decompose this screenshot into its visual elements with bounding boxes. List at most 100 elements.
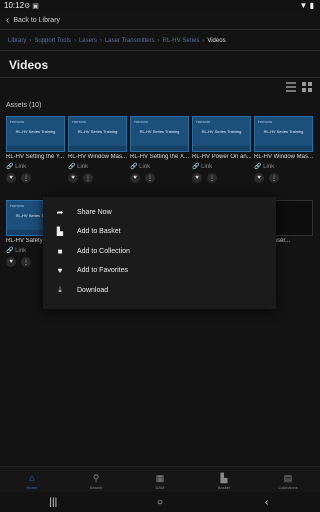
asset-thumbnail[interactable]: TOPCON RL-HV Series Training: [254, 116, 313, 152]
system-navigation-bar: ||| ○ ‹: [0, 492, 320, 512]
chevron-left-icon: ‹: [6, 15, 10, 26]
thumb-caption: RL-HV Series Training: [15, 129, 56, 134]
menu-item-label: Add to Favorites: [77, 266, 128, 274]
asset-link[interactable]: 🔗 Link: [130, 163, 189, 170]
back-to-library-button[interactable]: ‹ Back to Library: [6, 15, 60, 26]
asset-actions: ♥ ⋮: [254, 173, 313, 183]
asset-actions: ♥ ⋮: [68, 173, 127, 183]
thumb-caption: RL-HV Series Training: [77, 129, 118, 134]
heart-icon[interactable]: ♥: [6, 257, 16, 267]
asset-link[interactable]: 🔗 Link: [254, 163, 313, 170]
wifi-icon: ▼: [299, 1, 308, 10]
asset-card[interactable]: TOPCON RL-HV Series Training RL-HV Setti…: [6, 116, 65, 183]
breadcrumb-item-laser-transmitters[interactable]: Laser Transmitters: [105, 38, 155, 44]
title-divider: [0, 77, 320, 78]
thumb-caption: RL-HV Series Training: [139, 129, 180, 134]
gear-icon: ⚙: [24, 3, 31, 10]
link-icon: 🔗: [192, 164, 200, 170]
menu-item-download[interactable]: ⤓ Download: [43, 281, 276, 299]
tab-dam[interactable]: ▦ DAM: [128, 467, 192, 492]
more-icon[interactable]: ⋮: [269, 173, 279, 183]
asset-actions: ♥ ⋮: [6, 173, 65, 183]
tab-search[interactable]: ⚲ Search: [64, 467, 128, 492]
chevron-right-icon: ›: [73, 38, 76, 44]
menu-item-add-to-collection[interactable]: ■ Add to Collection: [43, 242, 276, 260]
heart-icon[interactable]: ♥: [130, 173, 140, 183]
menu-item-label: Share Now: [77, 208, 112, 216]
menu-item-label: Add to Collection: [77, 247, 130, 255]
more-icon[interactable]: ⋮: [145, 173, 155, 183]
asset-thumbnail[interactable]: TOPCON RL-HV Series Training: [6, 116, 65, 152]
battery-icon: ▮: [309, 1, 314, 10]
asset-link[interactable]: 🔗 Link: [68, 163, 127, 170]
header-divider: [0, 29, 320, 30]
menu-item-add-to-favorites[interactable]: ♥ Add to Favorites: [43, 261, 276, 279]
collection-icon: ■: [57, 246, 63, 256]
asset-thumbnail[interactable]: TOPCON RL-HV Series Training: [192, 116, 251, 152]
chevron-right-icon: ›: [99, 38, 102, 44]
recent-apps-icon[interactable]: |||: [43, 497, 63, 508]
asset-name[interactable]: RL-HV Power On an...: [192, 154, 251, 160]
search-icon: ⚲: [92, 473, 100, 483]
link-icon: 🔗: [6, 164, 14, 170]
more-icon[interactable]: ⋮: [207, 173, 217, 183]
clipboard-icon: ▣: [32, 3, 39, 10]
menu-item-add-to-basket[interactable]: ▙ Add to Basket: [43, 222, 276, 240]
asset-link-label: Link: [15, 164, 27, 170]
asset-name[interactable]: RL-HV Window Mas...: [254, 154, 313, 160]
tab-collections[interactable]: ▤ Collections: [256, 467, 320, 492]
breadcrumb-divider: [0, 50, 320, 51]
asset-name[interactable]: RL-HV Setting the X...: [130, 154, 189, 160]
view-toggle-group: [286, 82, 312, 92]
heart-icon[interactable]: ♥: [6, 173, 16, 183]
heart-icon[interactable]: ♥: [254, 173, 264, 183]
home-button-icon[interactable]: ○: [150, 497, 170, 508]
tab-label: Home: [26, 485, 38, 490]
breadcrumb-item-library[interactable]: Library: [8, 38, 26, 44]
asset-name[interactable]: RL-HV Setting the Y...: [6, 154, 65, 160]
menu-item-share-now[interactable]: ➦ Share Now: [43, 203, 276, 221]
breadcrumb-item-support-tools[interactable]: Support Tools: [34, 38, 71, 44]
thumb-brand: TOPCON: [10, 120, 24, 124]
heart-icon[interactable]: ♥: [192, 173, 202, 183]
more-icon[interactable]: ⋮: [21, 173, 31, 183]
breadcrumb-item-rl-hv-series[interactable]: RL-HV Series: [163, 38, 200, 44]
back-icon[interactable]: ‹: [257, 497, 277, 508]
share-icon: ➦: [56, 207, 64, 217]
tab-label: DAM: [155, 485, 165, 490]
thumb-stripe: [255, 146, 312, 151]
asset-link-label: Link: [201, 164, 213, 170]
asset-card[interactable]: TOPCON RL-HV Series Training RL-HV Windo…: [254, 116, 313, 183]
more-icon[interactable]: ⋮: [21, 257, 31, 267]
breadcrumb-item-lasers[interactable]: Lasers: [79, 38, 97, 44]
asset-link-label: Link: [263, 164, 275, 170]
asset-card[interactable]: TOPCON RL-HV Series Training RL-HV Windo…: [68, 116, 127, 183]
asset-link-label: Link: [15, 248, 27, 254]
chevron-right-icon: ›: [157, 38, 160, 44]
basket-icon: ▙: [220, 473, 228, 483]
tab-basket[interactable]: ▙ Basket: [192, 467, 256, 492]
thumb-caption: RL-HV Series Training: [201, 129, 242, 134]
asset-actions: ♥ ⋮: [192, 173, 251, 183]
asset-name[interactable]: RL-HV Window Mas...: [68, 154, 127, 160]
asset-card[interactable]: TOPCON RL-HV Series Training RL-HV Power…: [192, 116, 251, 183]
link-icon: 🔗: [68, 164, 76, 170]
tab-home[interactable]: ⌂ Home: [0, 467, 64, 492]
asset-card[interactable]: TOPCON RL-HV Series Training RL-HV Setti…: [130, 116, 189, 183]
menu-item-label: Download: [77, 286, 109, 294]
asset-link[interactable]: 🔗 Link: [6, 163, 65, 170]
asset-actions: ♥ ⋮: [130, 173, 189, 183]
heart-icon[interactable]: ♥: [68, 173, 78, 183]
asset-thumbnail[interactable]: TOPCON RL-HV Series Training: [130, 116, 189, 152]
bottom-tab-bar: ⌂ Home ⚲ Search ▦ DAM ▙ Basket ▤ Collect…: [0, 466, 320, 492]
chevron-right-icon: ›: [202, 38, 205, 44]
home-icon: ⌂: [29, 473, 35, 483]
grid-view-icon[interactable]: [302, 82, 312, 92]
asset-link[interactable]: 🔗 Link: [192, 163, 251, 170]
status-time: 10:12: [4, 1, 25, 10]
download-icon: ⤓: [58, 285, 62, 294]
asset-thumbnail[interactable]: TOPCON RL-HV Series Training: [68, 116, 127, 152]
basket-icon: ▙: [56, 226, 64, 236]
more-icon[interactable]: ⋮: [83, 173, 93, 183]
list-view-icon[interactable]: [286, 82, 296, 92]
